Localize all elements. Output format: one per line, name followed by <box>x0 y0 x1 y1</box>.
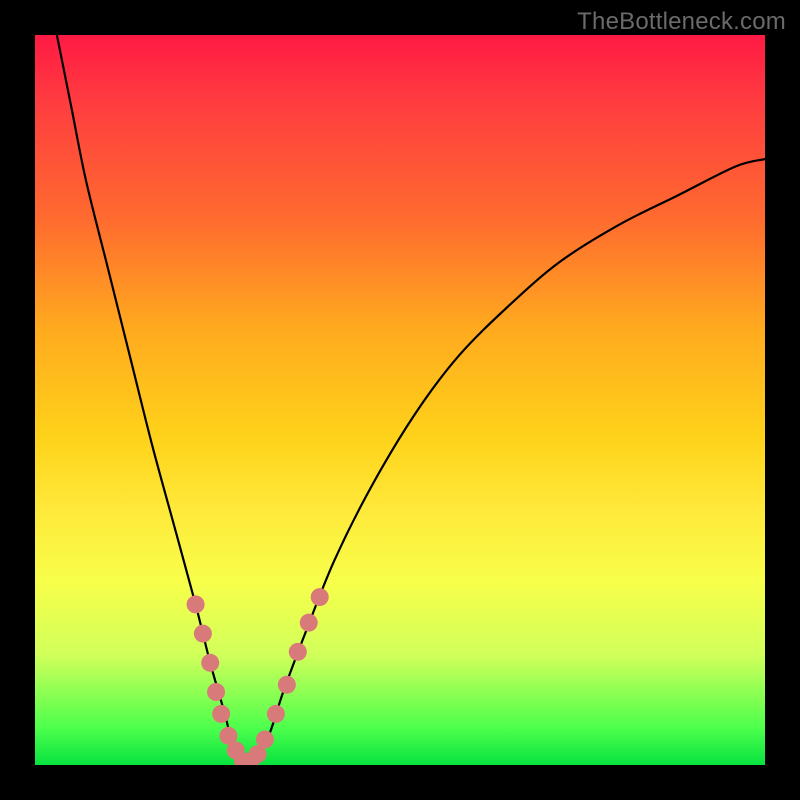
marker-point <box>311 588 329 606</box>
bottleneck-curve <box>57 35 765 765</box>
marker-point <box>256 730 274 748</box>
marker-point <box>219 727 237 745</box>
marker-point <box>267 705 285 723</box>
marker-point <box>187 595 205 613</box>
marker-point <box>227 741 245 759</box>
marker-point <box>241 752 259 765</box>
marker-point <box>289 643 307 661</box>
chart-frame: TheBottleneck.com <box>0 0 800 800</box>
marker-point <box>278 676 296 694</box>
marker-point <box>194 625 212 643</box>
marker-point <box>234 752 252 765</box>
watermark-label: TheBottleneck.com <box>577 8 786 36</box>
marker-point <box>212 705 230 723</box>
highlight-markers <box>187 588 329 765</box>
marker-point <box>249 745 267 763</box>
plot-area <box>35 35 765 765</box>
curve-layer <box>35 35 765 765</box>
marker-point <box>201 654 219 672</box>
marker-point <box>300 614 318 632</box>
marker-point <box>207 683 225 701</box>
